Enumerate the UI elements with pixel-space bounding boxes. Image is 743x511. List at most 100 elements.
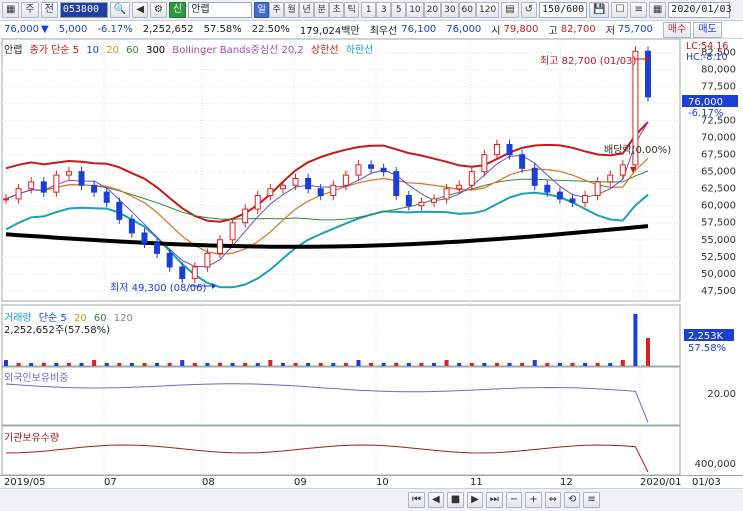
list-icon[interactable]: ≡ bbox=[630, 2, 647, 18]
volume-bar bbox=[557, 363, 562, 366]
candle-body bbox=[380, 167, 387, 173]
candle-body bbox=[242, 208, 249, 224]
candle-body bbox=[15, 188, 22, 200]
candle-body bbox=[128, 218, 135, 234]
tab-period-6[interactable]: 틱 bbox=[344, 2, 360, 18]
candle-body bbox=[418, 201, 425, 207]
chart-area[interactable]: 82,50080,00077,50075,00072,50070,00067,5… bbox=[0, 39, 743, 497]
x-tick-label: 08 bbox=[202, 477, 215, 488]
volume-bar bbox=[230, 363, 235, 366]
volume-bar bbox=[494, 363, 499, 366]
interval-button-1[interactable]: 1 bbox=[361, 2, 377, 18]
interval-button-30[interactable]: 30 bbox=[441, 2, 459, 18]
candle-body bbox=[103, 191, 110, 203]
ma300-legend: 300 bbox=[146, 45, 166, 56]
candle-body bbox=[342, 174, 349, 186]
settings-icon[interactable]: ⚙ bbox=[150, 2, 167, 18]
chart-svg[interactable]: 82,50080,00077,50075,00072,50070,00067,5… bbox=[0, 39, 743, 497]
tool-icon[interactable]: ▤ bbox=[501, 2, 519, 18]
interval-buttons: 1 3 5 10 20 30 60 120 bbox=[361, 2, 500, 18]
volume-bar bbox=[318, 363, 323, 366]
tab-period-1[interactable]: 주 bbox=[269, 2, 285, 18]
candle-body bbox=[506, 143, 513, 156]
ma20-legend: 20 bbox=[106, 45, 119, 56]
quote-bar: 76,000 ▼ 5,000 -6.17% 2,252,652 57.58% 2… bbox=[0, 21, 743, 39]
tab-period-0[interactable]: 일 bbox=[254, 2, 270, 18]
count-input[interactable]: 150/600 bbox=[539, 2, 588, 18]
interval-button-3[interactable]: 3 bbox=[376, 2, 392, 18]
volume-bar bbox=[268, 360, 273, 366]
interval-button-10[interactable]: 10 bbox=[406, 2, 424, 18]
candle-body bbox=[355, 164, 362, 176]
volume-bar bbox=[419, 363, 424, 366]
reset-zoom-icon[interactable]: ⟲ bbox=[564, 492, 581, 508]
first-icon[interactable]: ⏮ bbox=[408, 492, 425, 508]
high-value: 82,700 bbox=[560, 24, 596, 35]
low-label: 저 bbox=[605, 26, 615, 37]
last-icon[interactable]: ⏭ bbox=[485, 492, 503, 508]
stop-icon[interactable]: ■ bbox=[446, 492, 465, 508]
tab-period-5[interactable]: 초 bbox=[329, 2, 345, 18]
menu-icon[interactable]: ≡ bbox=[583, 492, 600, 508]
candle-body bbox=[78, 171, 85, 186]
search-icon[interactable]: 🔍 bbox=[109, 2, 131, 18]
best-ask-label: 최우선 bbox=[369, 26, 398, 37]
volume-bar bbox=[180, 360, 185, 366]
sell-button[interactable]: 매도 bbox=[693, 21, 722, 38]
bb-upper-legend: 상한선 bbox=[310, 45, 339, 56]
x-tick-label: 2019/05 bbox=[4, 477, 46, 488]
candle-body bbox=[254, 195, 261, 210]
prev-page-icon[interactable]: ◀ bbox=[428, 492, 444, 508]
dividend-annotation: 배당락(0.00%) bbox=[604, 145, 672, 156]
volume-bar bbox=[167, 363, 172, 366]
credit-badge: 신 bbox=[168, 2, 187, 18]
interval-button-60[interactable]: 60 bbox=[458, 2, 476, 18]
buy-button[interactable]: 매수 bbox=[662, 21, 692, 38]
next-page-icon[interactable]: ▶ bbox=[467, 492, 483, 508]
candle-body bbox=[305, 178, 312, 190]
volume-ma120: 120 bbox=[113, 313, 133, 324]
mode-button[interactable]: 주 bbox=[21, 2, 39, 18]
interval-button-20[interactable]: 20 bbox=[423, 2, 442, 18]
save-icon[interactable]: 💾 bbox=[589, 2, 610, 18]
prev-icon[interactable]: ◀ bbox=[132, 2, 149, 18]
open-value: 79,800 bbox=[503, 24, 539, 35]
volume-bar bbox=[620, 360, 625, 366]
volume-bar bbox=[432, 363, 436, 366]
volume-bar bbox=[444, 360, 449, 366]
reset-icon[interactable]: ↺ bbox=[520, 2, 538, 18]
tab-period-3[interactable]: 년 bbox=[299, 2, 315, 18]
candle-body bbox=[279, 184, 286, 190]
volume-bar bbox=[92, 360, 97, 366]
low-annotation: 최저 49,300 (08/06) bbox=[110, 283, 207, 294]
chart-icon[interactable]: ▦ bbox=[2, 2, 20, 18]
volume-bar bbox=[394, 363, 399, 366]
zoom-out-icon[interactable]: − bbox=[505, 492, 523, 508]
volume-bar bbox=[343, 363, 348, 366]
tab-period-4[interactable]: 분 bbox=[314, 2, 330, 18]
volume-bar bbox=[633, 314, 638, 366]
grid-icon[interactable]: ▦ bbox=[648, 2, 667, 18]
checkbox-icon[interactable]: ☐ bbox=[611, 2, 629, 18]
price-legend: 안랩 종가 단순 5 10 20 60 300 Bollinger Bands중… bbox=[4, 41, 377, 56]
interval-button-5[interactable]: 5 bbox=[391, 2, 407, 18]
all-button[interactable]: 전 bbox=[40, 2, 58, 18]
y-tick-label: 65,000 bbox=[701, 167, 736, 178]
date-input[interactable]: 2020/01/03 bbox=[668, 2, 732, 18]
tab-period-2[interactable]: 월 bbox=[284, 2, 300, 18]
volume-bar bbox=[54, 363, 59, 366]
zoom-in-icon[interactable]: + bbox=[525, 492, 542, 508]
best-bid-value: 76,000 bbox=[446, 24, 482, 35]
high-annotation: 최고 82,700 (01/03) bbox=[540, 56, 637, 67]
candle-body bbox=[292, 178, 299, 186]
interval-button-120[interactable]: 120 bbox=[476, 2, 500, 18]
stock-code-input[interactable]: 053800 bbox=[59, 2, 108, 18]
candle-body bbox=[179, 266, 186, 280]
y-tick-label: 77,500 bbox=[701, 82, 736, 93]
y-tick-label: 57,500 bbox=[701, 218, 736, 229]
volume-bar bbox=[205, 363, 210, 366]
stock-name-field[interactable]: 안랩 bbox=[188, 2, 253, 18]
fit-icon[interactable]: ⇔ bbox=[544, 492, 562, 508]
volume-tag-pct: 57.58% bbox=[688, 343, 726, 354]
candle-body bbox=[456, 184, 463, 190]
